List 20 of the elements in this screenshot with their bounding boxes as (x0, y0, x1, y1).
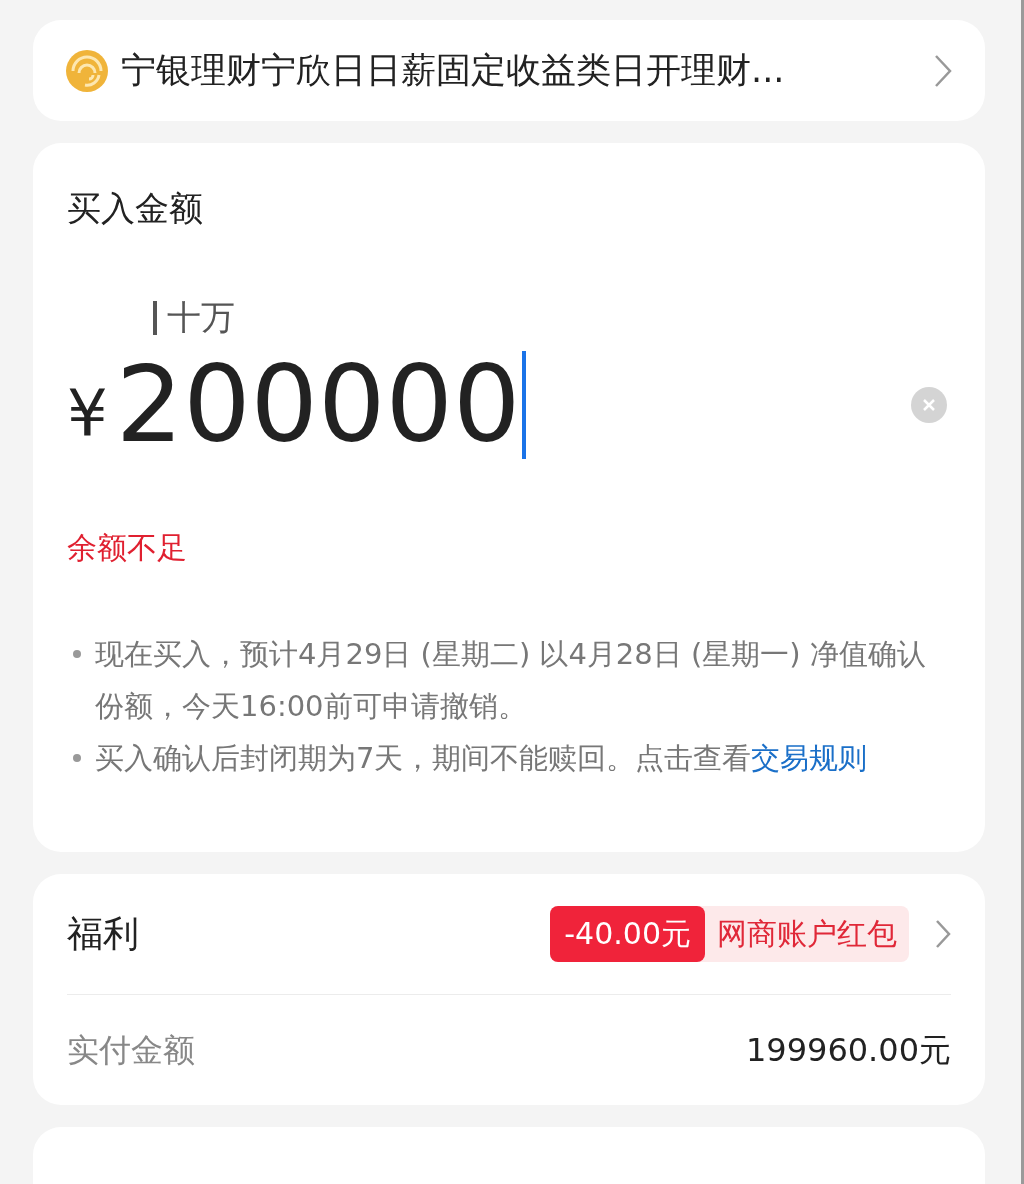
coupon-name: 网商账户红包 (716, 915, 898, 954)
logo-icon (65, 48, 109, 93)
amount-field[interactable]: ¥200000 (67, 345, 951, 466)
clear-button[interactable] (911, 387, 947, 424)
rules-link[interactable]: 交易规则 (751, 741, 868, 776)
product-card[interactable]: 宁银理财宁欣日日薪固定收益类日开理财... (33, 20, 985, 122)
discount-amount: -40.00元 (550, 905, 705, 962)
product-name: 宁银理财宁欣日日薪固定收益类日开理财... (121, 49, 786, 93)
note-text: 现在买入，预计4月29日 (星期二) 以4月28日 (星期一) 净值确认份额，今天16:00前可申请撤销。 (95, 636, 927, 726)
paid-amount: 199960.00元 (745, 1029, 951, 1071)
note-text: 买入确认后封闭期为7天，期间不能赎回。点击查看交易规则 (95, 740, 869, 778)
chevron-right-icon (935, 918, 951, 949)
unit-hint: 十万 (167, 296, 235, 340)
coupon-tag[interactable]: -40.00元 网商账户红包 (550, 905, 909, 962)
benefits-label: 福利 (67, 911, 140, 956)
bullet-icon (73, 754, 81, 763)
paid-label: 实付金额 (67, 1029, 196, 1071)
section-title: 买入金额 (67, 187, 204, 231)
error-message: 余额不足 (67, 529, 188, 568)
bullet-icon (73, 650, 81, 659)
